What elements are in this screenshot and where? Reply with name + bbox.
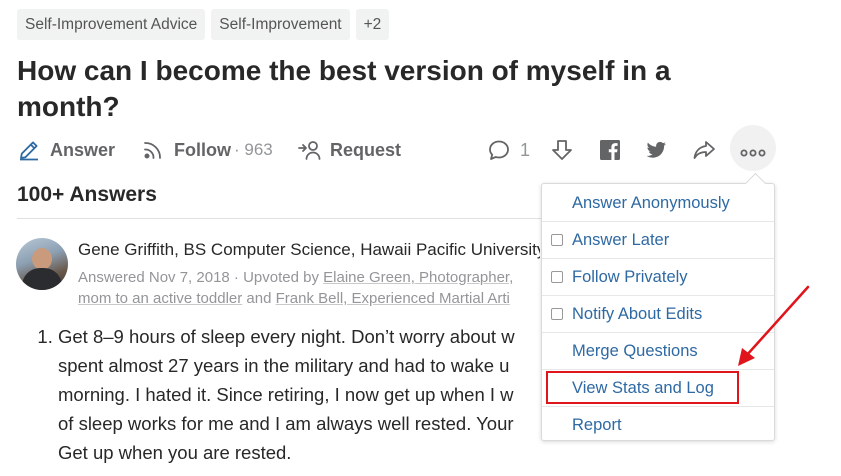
request-label: Request: [330, 139, 402, 160]
menu-item-label: Report: [572, 416, 622, 434]
question-action-bar: Answer Follow · 963 Request 1: [17, 125, 777, 171]
request-user-icon: [297, 138, 321, 162]
answer-meta: Answered Nov 7, 2018 · Upvoted by Elaine…: [78, 267, 540, 309]
follow-signal-icon: [141, 138, 165, 162]
answer-line: morning. I hated it. Since retiring, I n…: [58, 384, 514, 405]
answer-line: spent almost 27 years in the military an…: [58, 355, 510, 376]
menu-item-follow-privately[interactable]: Follow Privately: [542, 259, 774, 296]
list-item: Get 8–9 hours of sleep every night. Don’…: [58, 322, 563, 467]
topic-tag-more[interactable]: +2: [355, 9, 390, 40]
share-button[interactable]: [692, 134, 716, 166]
menu-item-view-stats-and-log[interactable]: View Stats and Log: [542, 370, 774, 407]
answer-label: Answer: [50, 139, 116, 160]
comment-icon: [487, 138, 511, 162]
menu-item-merge-questions[interactable]: Merge Questions: [542, 333, 774, 370]
facebook-icon: [598, 138, 622, 162]
menu-item-label: Notify About Edits: [572, 304, 703, 323]
follow-label: Follow: [174, 139, 231, 160]
answer-later-checkbox[interactable]: [551, 234, 563, 246]
menu-item-notify-about-edits[interactable]: Notify About Edits: [542, 296, 774, 333]
topic-tag-self-improvement[interactable]: Self-Improvement: [211, 9, 350, 40]
menu-item-answer-anonymously[interactable]: Answer Anonymously: [542, 185, 774, 222]
answer-body: Get 8–9 hours of sleep every night. Don’…: [36, 322, 563, 467]
more-options-menu: Answer Anonymously Answer Later Follow P…: [541, 172, 775, 444]
share-icon: [692, 138, 716, 162]
follow-privately-checkbox[interactable]: [551, 271, 563, 283]
facebook-share-button[interactable]: [598, 134, 622, 166]
answer-line: Get 8–9 hours of sleep every night. Don’…: [58, 326, 515, 347]
comment-count: 1: [520, 139, 531, 160]
menu-item-label: Answer Anonymously: [572, 193, 730, 212]
answer-line: Get up when you are rested.: [58, 442, 292, 463]
more-dots-icon: [740, 144, 766, 157]
request-button[interactable]: Request: [297, 134, 401, 166]
menu-item-report[interactable]: Report: [542, 407, 774, 444]
answers-count-heading: 100+ Answers: [17, 183, 157, 206]
follow-count: · 963: [234, 140, 273, 159]
menu-item-label: Merge Questions: [572, 341, 698, 360]
upvoter-credential-1[interactable]: mom to an active toddler: [78, 290, 242, 307]
menu-item-label: Answer Later: [572, 230, 670, 249]
meta-conjunction: and: [242, 290, 276, 307]
avatar[interactable]: [16, 238, 68, 290]
downvote-button[interactable]: [550, 134, 574, 166]
author-credential[interactable]: Gene Griffith, BS Computer Science, Hawa…: [78, 240, 540, 260]
notify-about-edits-checkbox[interactable]: [551, 308, 563, 320]
follow-button[interactable]: Follow · 963: [141, 134, 273, 166]
menu-item-answer-later[interactable]: Answer Later: [542, 222, 774, 259]
menu-item-label: Follow Privately: [572, 267, 688, 286]
more-options-button[interactable]: [730, 125, 776, 171]
menu-item-label: View Stats and Log: [572, 378, 714, 397]
comment-button[interactable]: 1: [487, 134, 530, 166]
question-title[interactable]: How can I become the best version of mys…: [17, 53, 717, 125]
topic-tag-self-improvement-advice[interactable]: Self-Improvement Advice: [17, 9, 206, 40]
divider: [17, 218, 572, 219]
downvote-icon: [550, 138, 574, 162]
twitter-share-button[interactable]: [644, 134, 668, 166]
answer-line: of sleep works for me and I am always we…: [58, 413, 514, 434]
topic-tags: Self-Improvement Advice Self-Improvement…: [17, 9, 390, 40]
answer-button[interactable]: Answer: [17, 134, 115, 166]
upvoter-link-1[interactable]: Elaine Green, Photographer,: [323, 269, 513, 286]
pencil-icon: [17, 138, 41, 162]
twitter-icon: [644, 138, 668, 162]
answered-date: Answered Nov 7, 2018 · Upvoted by: [78, 269, 324, 286]
upvoter-link-2[interactable]: Frank Bell, Experienced Martial Arti: [276, 290, 510, 307]
